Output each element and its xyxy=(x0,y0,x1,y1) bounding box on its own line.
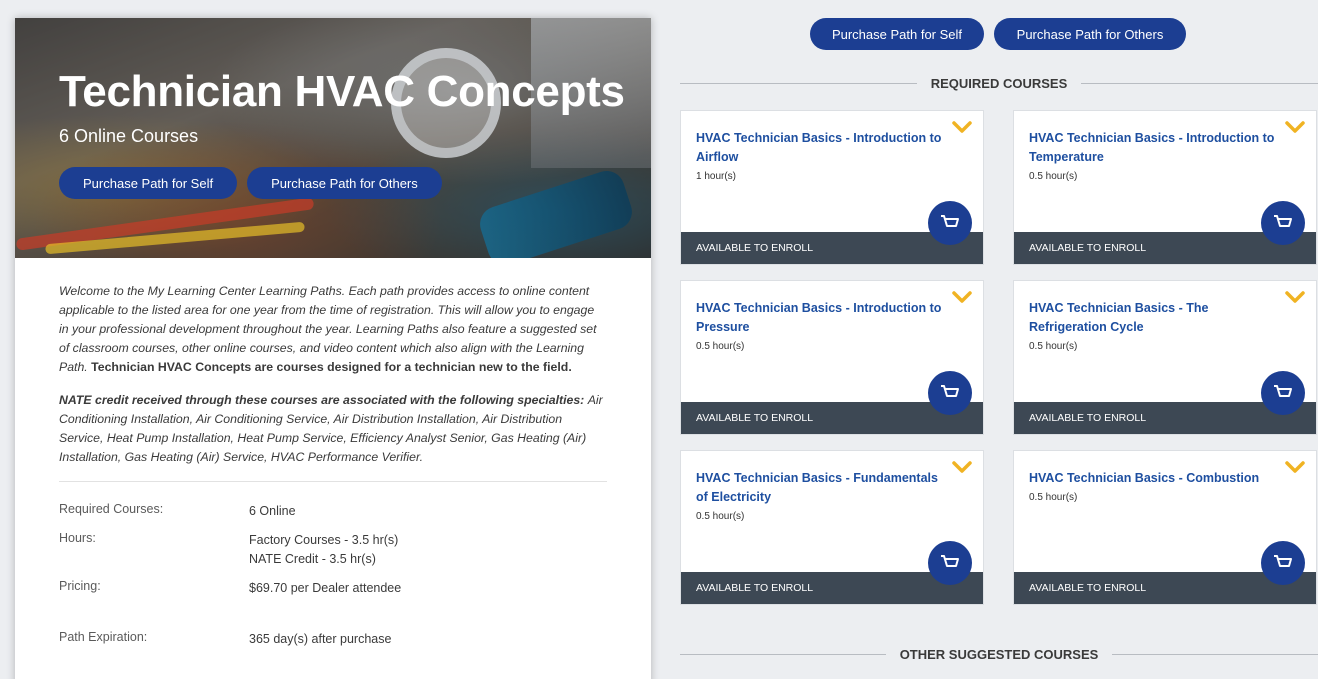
info-label: Pricing: xyxy=(59,579,101,593)
course-hours: 0.5 hour(s) xyxy=(1029,341,1078,352)
hours-factory: Factory Courses - 3.5 hr(s) xyxy=(249,533,399,547)
shopping-cart-icon xyxy=(1274,215,1292,227)
add-to-cart-button[interactable] xyxy=(928,201,972,245)
course-hours: 0.5 hour(s) xyxy=(696,511,745,522)
course-title-link[interactable]: HVAC Technician Basics - The Refrigerati… xyxy=(1029,299,1281,337)
course-title-link[interactable]: HVAC Technician Basics - Introduction to… xyxy=(696,129,948,167)
chevron-down-icon[interactable] xyxy=(951,289,973,305)
info-value: $69.70 per Dealer attendee xyxy=(249,581,402,595)
info-row-required: Required Courses: 6 Online xyxy=(59,502,607,521)
info-row-expiration: Path Expiration: 365 day(s) after purcha… xyxy=(59,630,607,649)
path-title: Technician HVAC Concepts xyxy=(59,67,625,116)
add-to-cart-button[interactable] xyxy=(928,371,972,415)
nate-bold-text: NATE credit received through these cours… xyxy=(59,393,585,407)
course-card[interactable]: HVAC Technician Basics - Introduction to… xyxy=(680,110,984,265)
learning-path-details: Technician HVAC Concepts 6 Online Course… xyxy=(15,18,651,679)
info-value: 6 Online xyxy=(249,504,296,518)
info-row-pricing: Pricing: $69.70 per Dealer attendee xyxy=(59,579,607,598)
hours-nate: NATE Credit - 3.5 hr(s) xyxy=(249,552,376,566)
purchase-others-button[interactable]: Purchase Path for Others xyxy=(994,18,1186,50)
nate-paragraph: NATE credit received through these cours… xyxy=(59,391,607,467)
courses-panel: Purchase Path for Self Purchase Path for… xyxy=(665,0,1318,679)
section-heading-label: OTHER SUGGESTED COURSES xyxy=(899,647,1099,662)
intro-bold-text: Technician HVAC Concepts are courses des… xyxy=(91,360,572,374)
path-subtitle: 6 Online Courses xyxy=(59,126,199,146)
info-label: Required Courses: xyxy=(59,502,164,516)
info-value: Factory Courses - 3.5 hr(s) NATE Credit … xyxy=(249,531,398,569)
shopping-cart-icon xyxy=(941,555,959,567)
other-courses-heading: OTHER SUGGESTED COURSES xyxy=(680,647,1318,662)
chevron-down-icon[interactable] xyxy=(951,459,973,475)
info-label: Path Expiration: xyxy=(59,630,148,644)
course-title-link[interactable]: HVAC Technician Basics - Introduction to… xyxy=(696,299,948,337)
add-to-cart-button[interactable] xyxy=(1261,371,1305,415)
info-label: Hours: xyxy=(59,531,96,545)
chevron-down-icon[interactable] xyxy=(1284,289,1306,305)
add-to-cart-button[interactable] xyxy=(1261,201,1305,245)
shopping-cart-icon xyxy=(1274,385,1292,397)
hero-content: Technician HVAC Concepts 6 Online Course… xyxy=(59,66,625,199)
shopping-cart-icon xyxy=(941,215,959,227)
course-title-link[interactable]: HVAC Technician Basics - Fundamentals of… xyxy=(696,469,948,507)
required-courses-heading: REQUIRED COURSES xyxy=(680,76,1318,91)
intro-paragraph: Welcome to the My Learning Center Learni… xyxy=(59,282,607,377)
course-card[interactable]: HVAC Technician Basics - Introduction to… xyxy=(1013,110,1317,265)
chevron-down-icon[interactable] xyxy=(1284,459,1306,475)
info-row-hours: Hours: Factory Courses - 3.5 hr(s) NATE … xyxy=(59,531,607,569)
top-button-group: Purchase Path for Self Purchase Path for… xyxy=(810,18,1186,50)
add-to-cart-button[interactable] xyxy=(928,541,972,585)
path-description: Welcome to the My Learning Center Learni… xyxy=(15,258,651,467)
chevron-down-icon[interactable] xyxy=(951,119,973,135)
course-title-link[interactable]: HVAC Technician Basics - Introduction to… xyxy=(1029,129,1281,167)
course-title-link[interactable]: HVAC Technician Basics - Combustion xyxy=(1029,469,1281,488)
purchase-self-button[interactable]: Purchase Path for Self xyxy=(810,18,984,50)
path-info-table: Required Courses: 6 Online Hours: Factor… xyxy=(15,482,651,649)
course-card[interactable]: HVAC Technician Basics - Combustion 0.5 … xyxy=(1013,450,1317,605)
add-to-cart-button[interactable] xyxy=(1261,541,1305,585)
course-hours: 0.5 hour(s) xyxy=(696,341,745,352)
course-card[interactable]: HVAC Technician Basics - Introduction to… xyxy=(680,280,984,435)
shopping-cart-icon xyxy=(941,385,959,397)
shopping-cart-icon xyxy=(1274,555,1292,567)
course-hours: 0.5 hour(s) xyxy=(1029,171,1078,182)
course-hours: 0.5 hour(s) xyxy=(1029,492,1078,503)
course-card[interactable]: HVAC Technician Basics - The Refrigerati… xyxy=(1013,280,1317,435)
chevron-down-icon[interactable] xyxy=(1284,119,1306,135)
info-value: 365 day(s) after purchase xyxy=(249,632,392,646)
purchase-others-button[interactable]: Purchase Path for Others xyxy=(247,167,442,199)
course-hours: 1 hour(s) xyxy=(696,171,737,182)
course-card[interactable]: HVAC Technician Basics - Fundamentals of… xyxy=(680,450,984,605)
hero-banner: Technician HVAC Concepts 6 Online Course… xyxy=(15,18,651,258)
section-heading-label: REQUIRED COURSES xyxy=(930,76,1068,91)
hero-button-group: Purchase Path for Self Purchase Path for… xyxy=(59,167,625,199)
purchase-self-button[interactable]: Purchase Path for Self xyxy=(59,167,238,199)
